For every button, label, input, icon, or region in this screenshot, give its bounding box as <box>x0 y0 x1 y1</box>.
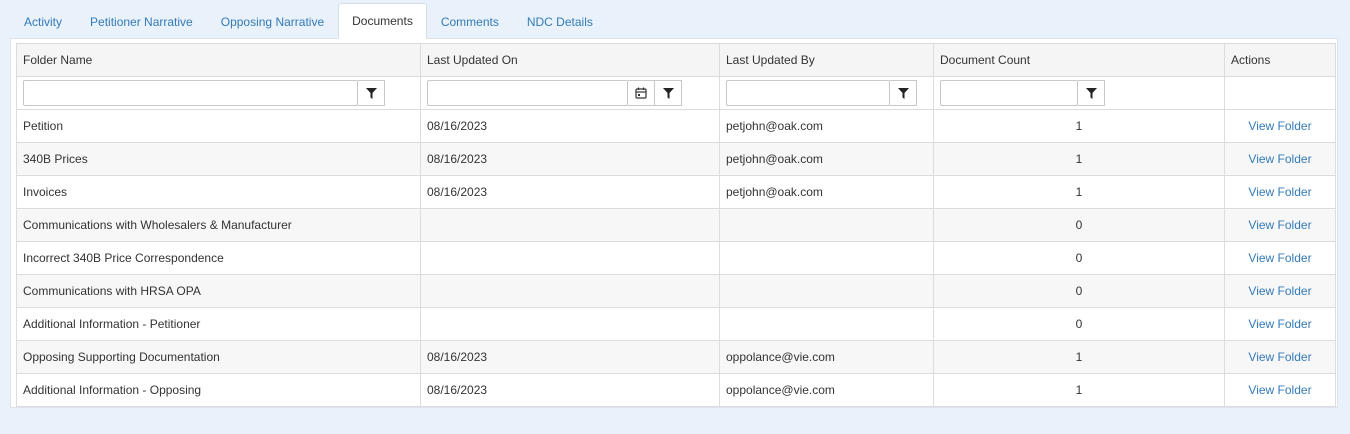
folder-name-cell: Incorrect 340B Price Correspondence <box>16 241 421 275</box>
column-header-actions: Actions <box>1224 43 1336 77</box>
filter-cell-document-count <box>933 76 1225 110</box>
table-row: Opposing Supporting Documentation 08/16/… <box>16 340 1336 374</box>
calendar-icon <box>635 87 647 99</box>
folder-name-cell: Petition <box>16 109 421 143</box>
filter-cell-last-updated-by <box>719 76 934 110</box>
folder-name-cell: Opposing Supporting Documentation <box>16 340 421 374</box>
view-folder-link[interactable]: View Folder <box>1248 317 1311 331</box>
folder-name-cell: Invoices <box>16 175 421 209</box>
document-count-cell: 1 <box>933 142 1225 176</box>
column-header-folder-name[interactable]: Folder Name <box>16 43 421 77</box>
view-folder-link[interactable]: View Folder <box>1248 251 1311 265</box>
filter-button-document-count[interactable] <box>1078 80 1105 106</box>
document-count-cell: 0 <box>933 274 1225 308</box>
filter-icon <box>897 87 909 99</box>
table-row: Invoices 08/16/2023 petjohn@oak.com 1 Vi… <box>16 175 1336 209</box>
view-folder-link[interactable]: View Folder <box>1248 119 1311 133</box>
table-row: Additional Information - Petitioner 0 Vi… <box>16 307 1336 341</box>
last-updated-by-cell: oppolance@vie.com <box>719 340 934 374</box>
last-updated-on-cell <box>420 274 720 308</box>
tab-comments[interactable]: Comments <box>427 4 513 39</box>
last-updated-by-cell: petjohn@oak.com <box>719 109 934 143</box>
last-updated-by-cell: petjohn@oak.com <box>719 142 934 176</box>
last-updated-on-cell <box>420 241 720 275</box>
filter-button-last-updated-by[interactable] <box>890 80 917 106</box>
filter-icon <box>1085 87 1097 99</box>
actions-cell: View Folder <box>1224 208 1336 242</box>
tab-petitioner-narrative[interactable]: Petitioner Narrative <box>76 4 207 39</box>
folder-name-cell: Communications with Wholesalers & Manufa… <box>16 208 421 242</box>
view-folder-link[interactable]: View Folder <box>1248 185 1311 199</box>
document-count-cell: 0 <box>933 208 1225 242</box>
last-updated-by-cell <box>719 208 934 242</box>
actions-cell: View Folder <box>1224 142 1336 176</box>
date-picker-button[interactable] <box>628 80 655 106</box>
actions-cell: View Folder <box>1224 109 1336 143</box>
table-row: Petition 08/16/2023 petjohn@oak.com 1 Vi… <box>16 109 1336 143</box>
view-folder-link[interactable]: View Folder <box>1248 350 1311 364</box>
filter-input-folder-name[interactable] <box>23 80 358 106</box>
last-updated-by-cell: petjohn@oak.com <box>719 175 934 209</box>
folder-name-cell: Additional Information - Petitioner <box>16 307 421 341</box>
filter-icon <box>365 87 377 99</box>
last-updated-by-cell <box>719 307 934 341</box>
table-row: 340B Prices 08/16/2023 petjohn@oak.com 1… <box>16 142 1336 176</box>
last-updated-by-cell: oppolance@vie.com <box>719 373 934 407</box>
last-updated-on-cell: 08/16/2023 <box>420 340 720 374</box>
table-row: Communications with Wholesalers & Manufa… <box>16 208 1336 242</box>
last-updated-on-cell <box>420 208 720 242</box>
actions-cell: View Folder <box>1224 175 1336 209</box>
last-updated-on-cell: 08/16/2023 <box>420 142 720 176</box>
documents-panel: Folder Name Last Updated On Last Updated… <box>10 38 1338 408</box>
filter-cell-folder-name <box>16 76 421 110</box>
last-updated-on-cell: 08/16/2023 <box>420 175 720 209</box>
filter-button-folder-name[interactable] <box>358 80 385 106</box>
actions-cell: View Folder <box>1224 274 1336 308</box>
tab-activity[interactable]: Activity <box>10 4 76 39</box>
document-count-cell: 1 <box>933 175 1225 209</box>
view-folder-link[interactable]: View Folder <box>1248 218 1311 232</box>
document-count-cell: 1 <box>933 340 1225 374</box>
column-header-document-count[interactable]: Document Count <box>933 43 1225 77</box>
document-count-cell: 0 <box>933 307 1225 341</box>
last-updated-on-cell <box>420 307 720 341</box>
folder-name-cell: Additional Information - Opposing <box>16 373 421 407</box>
filter-input-last-updated-by[interactable] <box>726 80 890 106</box>
table-row: Incorrect 340B Price Correspondence 0 Vi… <box>16 241 1336 275</box>
filter-icon <box>662 87 674 99</box>
actions-cell: View Folder <box>1224 340 1336 374</box>
column-header-last-updated-by[interactable]: Last Updated By <box>719 43 934 77</box>
filter-input-last-updated-on[interactable] <box>427 80 628 106</box>
table-row: Additional Information - Opposing 08/16/… <box>16 373 1336 407</box>
last-updated-by-cell <box>719 241 934 275</box>
actions-cell: View Folder <box>1224 241 1336 275</box>
filter-button-last-updated-on[interactable] <box>655 80 682 106</box>
document-count-cell: 0 <box>933 241 1225 275</box>
folder-name-cell: Communications with HRSA OPA <box>16 274 421 308</box>
tab-opposing-narrative[interactable]: Opposing Narrative <box>207 4 338 39</box>
document-count-cell: 1 <box>933 373 1225 407</box>
filter-cell-actions <box>1224 76 1336 110</box>
actions-cell: View Folder <box>1224 373 1336 407</box>
view-folder-link[interactable]: View Folder <box>1248 383 1311 397</box>
tab-ndc-details[interactable]: NDC Details <box>513 4 607 39</box>
last-updated-on-cell: 08/16/2023 <box>420 373 720 407</box>
column-header-last-updated-on[interactable]: Last Updated On <box>420 43 720 77</box>
document-count-cell: 1 <box>933 109 1225 143</box>
last-updated-by-cell <box>719 274 934 308</box>
filter-cell-last-updated-on <box>420 76 720 110</box>
tab-bar: Activity Petitioner Narrative Opposing N… <box>10 3 607 39</box>
last-updated-on-cell: 08/16/2023 <box>420 109 720 143</box>
documents-grid: Folder Name Last Updated On Last Updated… <box>16 43 1336 407</box>
view-folder-link[interactable]: View Folder <box>1248 284 1311 298</box>
folder-name-cell: 340B Prices <box>16 142 421 176</box>
actions-cell: View Folder <box>1224 307 1336 341</box>
table-row: Communications with HRSA OPA 0 View Fold… <box>16 274 1336 308</box>
view-folder-link[interactable]: View Folder <box>1248 152 1311 166</box>
tab-documents[interactable]: Documents <box>338 3 427 39</box>
filter-input-document-count[interactable] <box>940 80 1078 106</box>
